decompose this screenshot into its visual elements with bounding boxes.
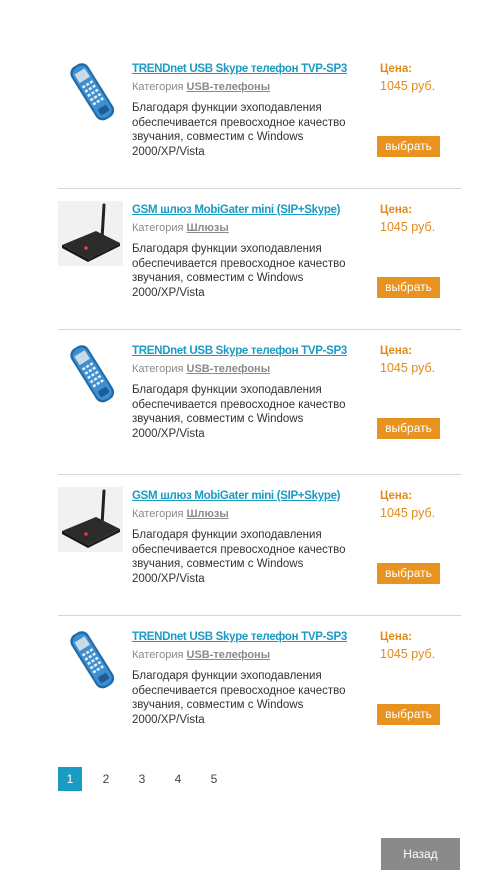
product-category: Категория Шлюзы bbox=[132, 222, 364, 234]
product-price: Цена: 1045 руб. bbox=[380, 631, 435, 661]
product-item: TRENDnet USB Skype телефон TVP-SP3 Катег… bbox=[58, 616, 461, 760]
usb-phone-image[interactable] bbox=[58, 342, 123, 407]
product-item: TRENDnet USB Skype телефон TVP-SP3 Катег… bbox=[58, 330, 461, 475]
product-title-link[interactable]: TRENDnet USB Skype телефон TVP-SP3 bbox=[132, 631, 364, 643]
product-description: Благодаря функции эхоподавления обеспечи… bbox=[132, 670, 346, 726]
category-link[interactable]: USB-телефоны bbox=[187, 649, 271, 661]
product-price: Цена: 1045 руб. bbox=[380, 204, 435, 234]
product-title-link[interactable]: TRENDnet USB Skype телефон TVP-SP3 bbox=[132, 63, 364, 75]
page-link-2[interactable]: 2 bbox=[94, 767, 118, 791]
select-button[interactable]: выбрать bbox=[377, 704, 440, 725]
usb-phone-image[interactable] bbox=[58, 60, 123, 125]
product-price: Цена: 1045 руб. bbox=[380, 490, 435, 520]
product-category: Категория USB-телефоны bbox=[132, 363, 364, 375]
product-description: Благодаря функции эхоподавления обеспечи… bbox=[132, 529, 346, 585]
category-link[interactable]: USB-телефоны bbox=[187, 363, 271, 375]
product-description: Благодаря функции эхоподавления обеспечи… bbox=[132, 384, 346, 440]
product-title-link[interactable]: GSM шлюз MobiGater mini (SIP+Skype) bbox=[132, 490, 364, 502]
price-value: 1045 руб. bbox=[380, 506, 436, 520]
product-info: TRENDnet USB Skype телефон TVP-SP3 Катег… bbox=[132, 631, 364, 727]
page-link-3[interactable]: 3 bbox=[130, 767, 154, 791]
select-button[interactable]: выбрать bbox=[377, 136, 440, 157]
select-button[interactable]: выбрать bbox=[377, 563, 440, 584]
product-category: Категория Шлюзы bbox=[132, 508, 364, 520]
product-description: Благодаря функции эхоподавления обеспечи… bbox=[132, 243, 346, 299]
usb-phone-image[interactable] bbox=[58, 628, 123, 693]
product-item: TRENDnet USB Skype телефон TVP-SP3 Катег… bbox=[58, 48, 461, 189]
product-price: Цена: 1045 руб. bbox=[380, 63, 435, 93]
product-info: GSM шлюз MobiGater mini (SIP+Skype) Кате… bbox=[132, 490, 364, 586]
price-value: 1045 руб. bbox=[380, 220, 436, 234]
page-link-5[interactable]: 5 bbox=[202, 767, 226, 791]
product-info: GSM шлюз MobiGater mini (SIP+Skype) Кате… bbox=[132, 204, 364, 300]
product-category: Категория USB-телефоны bbox=[132, 81, 364, 93]
price-label: Цена: bbox=[380, 345, 413, 357]
category-label: Категория bbox=[132, 649, 184, 661]
product-title-link[interactable]: TRENDnet USB Skype телефон TVP-SP3 bbox=[132, 345, 364, 357]
product-description: Благодаря функции эхоподавления обеспечи… bbox=[132, 102, 346, 158]
category-label: Категория bbox=[132, 508, 184, 520]
price-label: Цена: bbox=[380, 63, 413, 75]
page-link-1[interactable]: 1 bbox=[58, 767, 82, 791]
category-label: Категория bbox=[132, 222, 184, 234]
category-label: Категория bbox=[132, 81, 184, 93]
back-button[interactable]: Назад bbox=[381, 838, 460, 870]
product-list: TRENDnet USB Skype телефон TVP-SP3 Катег… bbox=[58, 48, 461, 760]
gsm-gateway-image[interactable] bbox=[58, 487, 123, 552]
price-label: Цена: bbox=[380, 631, 413, 643]
pagination: 1 2 3 4 5 bbox=[58, 767, 238, 791]
product-category: Категория USB-телефоны bbox=[132, 649, 364, 661]
product-item: GSM шлюз MobiGater mini (SIP+Skype) Кате… bbox=[58, 475, 461, 616]
product-info: TRENDnet USB Skype телефон TVP-SP3 Катег… bbox=[132, 63, 364, 159]
product-info: TRENDnet USB Skype телефон TVP-SP3 Катег… bbox=[132, 345, 364, 441]
price-value: 1045 руб. bbox=[380, 79, 436, 93]
category-link[interactable]: Шлюзы bbox=[187, 222, 229, 234]
product-item: GSM шлюз MobiGater mini (SIP+Skype) Кате… bbox=[58, 189, 461, 330]
product-title-link[interactable]: GSM шлюз MobiGater mini (SIP+Skype) bbox=[132, 204, 364, 216]
product-price: Цена: 1045 руб. bbox=[380, 345, 435, 375]
price-value: 1045 руб. bbox=[380, 647, 436, 661]
category-label: Категория bbox=[132, 363, 184, 375]
price-label: Цена: bbox=[380, 490, 413, 502]
price-value: 1045 руб. bbox=[380, 361, 436, 375]
select-button[interactable]: выбрать bbox=[377, 418, 440, 439]
select-button[interactable]: выбрать bbox=[377, 277, 440, 298]
category-link[interactable]: Шлюзы bbox=[187, 508, 229, 520]
category-link[interactable]: USB-телефоны bbox=[187, 81, 271, 93]
gsm-gateway-image[interactable] bbox=[58, 201, 123, 266]
page-link-4[interactable]: 4 bbox=[166, 767, 190, 791]
price-label: Цена: bbox=[380, 204, 413, 216]
